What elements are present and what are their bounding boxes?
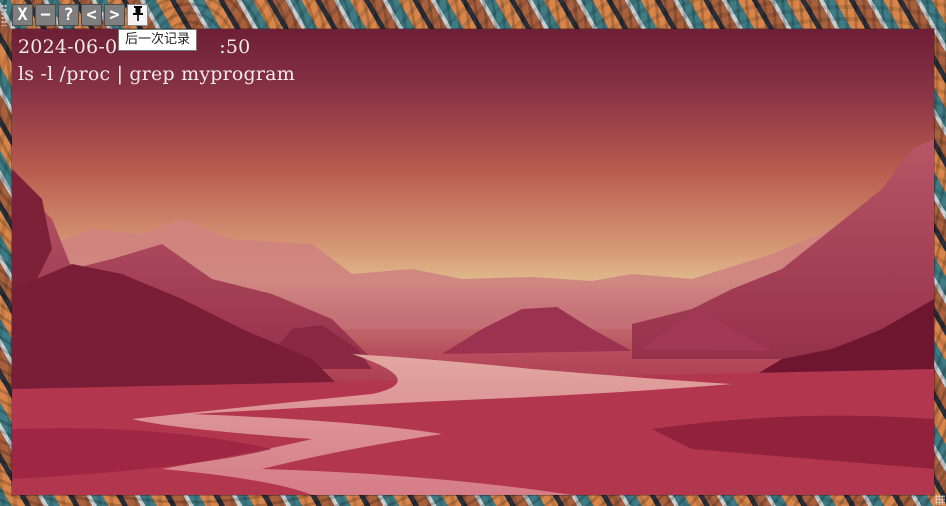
minimize-button[interactable]: −	[35, 4, 56, 26]
pin-button[interactable]	[127, 4, 148, 26]
help-button[interactable]: ?	[58, 4, 79, 26]
window-grip-left[interactable]	[1, 4, 7, 26]
timestamp-text: 2024-06-0	[18, 36, 118, 58]
landscape-wallpaper	[12, 29, 934, 495]
resize-grip[interactable]	[935, 495, 945, 505]
close-button[interactable]: X	[12, 4, 33, 26]
timestamp-tail-text: :50	[219, 36, 251, 58]
next-record-button[interactable]: >	[104, 4, 125, 26]
pushpin-icon	[131, 5, 145, 25]
command-line: ls -l /proc | grep myprogram	[18, 63, 295, 85]
previous-record-button[interactable]: <	[81, 4, 102, 26]
next-record-tooltip: 后一次记录	[118, 29, 198, 51]
window-toolbar: X − ? < >	[12, 4, 148, 26]
